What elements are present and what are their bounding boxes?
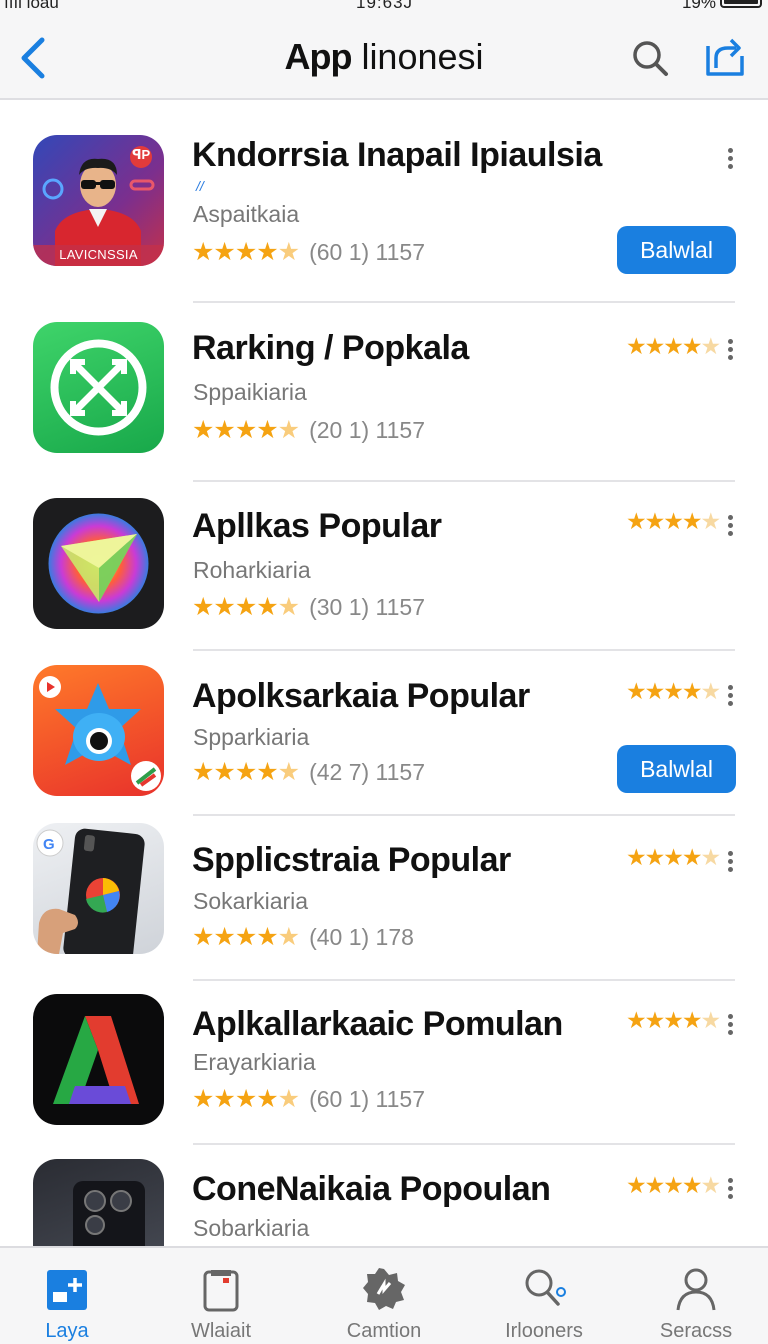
camera-phone-icon	[73, 1181, 145, 1246]
divider	[193, 301, 735, 303]
app-icon-orange	[33, 665, 164, 796]
app-category: Sobarkiaria	[193, 1215, 310, 1241]
blue-creature-icon	[39, 676, 161, 791]
get-button[interactable]: Balwlal	[617, 226, 736, 274]
app-rating: ★★★★★ (60 1) 1157	[192, 237, 426, 266]
mini-rating-stars: ★★★★★	[626, 844, 721, 870]
app-rating: ★★★★★ (30 1) 1157	[192, 592, 426, 621]
tab-bar: Laya Wlaiait Camtion Irlooners Seracss	[0, 1246, 768, 1344]
star-rating-icon: ★★★★★	[192, 593, 300, 621]
navigation-header: App linonesi	[0, 14, 768, 100]
star-rating-icon: ★★★★★	[192, 238, 300, 266]
apps-icon	[362, 1266, 406, 1312]
mini-rating-stars: ★★★★★	[626, 678, 721, 704]
rating-count: (60 1) 1157	[309, 238, 426, 265]
app-icon-phone: G	[33, 823, 164, 954]
app-category: Sppaikiaria	[193, 379, 307, 405]
expand-arrows-icon	[50, 339, 147, 436]
share-button[interactable]	[702, 34, 746, 78]
app-name[interactable]: Apllkas Popular	[192, 507, 442, 546]
tab-label: Wlaiait	[190, 1320, 251, 1342]
rating-count: (60 1) 1157	[309, 1085, 426, 1112]
app-category: Erayarkiaria	[193, 1049, 316, 1075]
battery-percent: 19%	[681, 0, 716, 12]
app-icon-green	[33, 322, 164, 453]
app-name[interactable]: Aplkallarkaaic Pomulan	[192, 1005, 563, 1044]
svg-text:G: G	[43, 836, 55, 853]
carrier-label: ıııl ioau	[4, 0, 59, 12]
more-options-button[interactable]	[722, 683, 738, 707]
app-icon-person: ꟼP LAVICNSSIA	[33, 135, 164, 266]
app-name[interactable]: ConeNaikaia Popoulan	[192, 1170, 551, 1209]
more-options-button[interactable]	[722, 849, 738, 873]
verified-mark: //	[196, 178, 204, 194]
icon-badge-text: ꟼP	[132, 147, 151, 162]
star-rating-icon: ★★★★★	[192, 758, 300, 786]
get-button[interactable]: Balwlal	[617, 745, 736, 793]
more-options-button[interactable]	[722, 1012, 738, 1036]
divider	[193, 979, 735, 981]
rating-count: (30 1) 1157	[309, 593, 426, 620]
app-name[interactable]: Kndorrsia Inapail Ipiaulsia	[192, 136, 602, 175]
app-category: Sokarkiaria	[193, 888, 309, 914]
games-icon	[199, 1266, 243, 1312]
search-icon	[522, 1266, 566, 1312]
tab-games[interactable]: Wlaiait	[151, 1248, 291, 1344]
account-icon	[674, 1266, 718, 1312]
tab-label: Camtion	[346, 1320, 422, 1342]
rating-count: (40 1) 178	[309, 923, 414, 950]
divider	[193, 649, 735, 651]
clock: 19:63J	[356, 0, 414, 12]
mini-rating-stars: ★★★★★	[626, 1007, 721, 1033]
icon-caption: LAVICNSSIA	[59, 247, 138, 262]
letter-a-icon	[53, 1016, 139, 1104]
star-rating-icon: ★★★★★	[192, 1085, 300, 1113]
more-options-button[interactable]	[722, 513, 738, 537]
tab-apps[interactable]: Camtion	[314, 1248, 454, 1344]
divider	[193, 480, 735, 482]
more-options-button[interactable]	[722, 337, 738, 361]
tab-search[interactable]: Irlooners	[474, 1248, 614, 1344]
rainbow-triangle-icon	[48, 513, 149, 614]
app-icon-dark	[33, 498, 164, 629]
tab-today[interactable]: Laya	[0, 1248, 137, 1344]
app-category: Aspaitkaia	[193, 201, 300, 227]
tab-label: Seracss	[659, 1320, 733, 1342]
app-name[interactable]: Rarking / Popkala	[192, 329, 469, 368]
app-list: ꟼP LAVICNSSIA Kndorrsia Inapail Ipiaulsi…	[0, 100, 768, 1246]
mini-rating-stars: ★★★★★	[626, 333, 721, 359]
app-category: Spparkiaria	[193, 724, 310, 750]
today-icon	[45, 1266, 89, 1312]
rating-count: (20 1) 1157	[309, 416, 426, 443]
app-name[interactable]: Spplicstraia Popular	[192, 841, 511, 880]
tab-label: Laya	[45, 1320, 89, 1342]
status-bar: ıııl ioau 19:63J 19%	[0, 0, 768, 14]
divider	[193, 1143, 735, 1145]
app-rating: ★★★★★ (42 7) 1157	[192, 757, 426, 786]
app-rating: ★★★★★ (20 1) 1157	[192, 415, 426, 444]
mini-rating-stars: ★★★★★	[626, 1172, 721, 1198]
search-icon	[633, 41, 668, 76]
search-button[interactable]	[630, 38, 670, 78]
mini-rating-stars: ★★★★★	[626, 508, 721, 534]
share-icon	[706, 38, 744, 76]
app-icon-letter-a	[33, 994, 164, 1125]
tab-account[interactable]: Seracss	[626, 1248, 766, 1344]
star-rating-icon: ★★★★★	[192, 923, 300, 951]
battery-icon	[720, 0, 762, 8]
more-options-button[interactable]	[722, 146, 738, 170]
app-rating: ★★★★★ (40 1) 178	[192, 922, 414, 951]
app-icon-camera-phone	[33, 1159, 164, 1246]
star-rating-icon: ★★★★★	[192, 416, 300, 444]
app-category: Roharkiaria	[193, 557, 311, 583]
rating-count: (42 7) 1157	[309, 758, 426, 785]
smartphone-icon: G	[36, 828, 145, 954]
more-options-button[interactable]	[722, 1176, 738, 1200]
divider	[193, 814, 735, 816]
app-name[interactable]: Apolksarkaia Popular	[192, 677, 530, 716]
tab-label: Irlooners	[505, 1320, 583, 1342]
app-rating: ★★★★★ (60 1) 1157	[192, 1084, 426, 1113]
